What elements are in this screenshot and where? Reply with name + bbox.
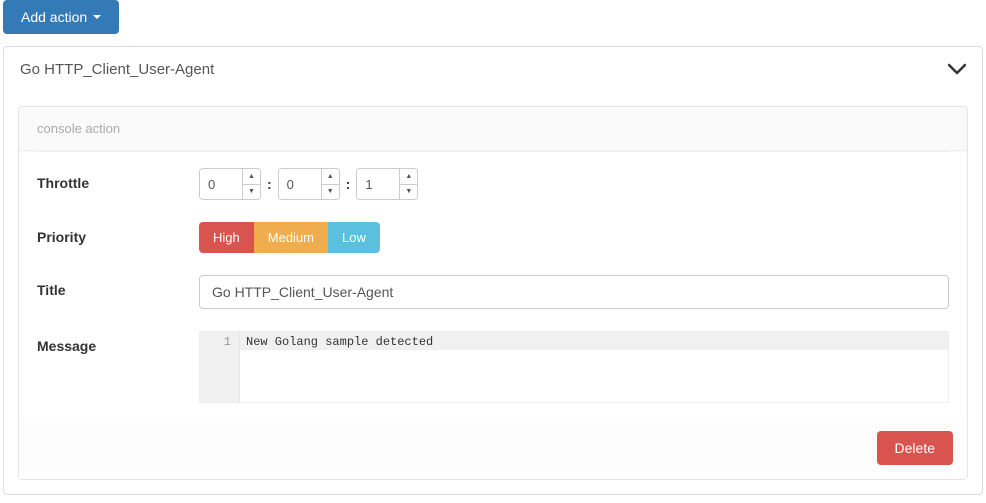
throttle-sep-2: :	[346, 176, 351, 192]
title-label: Title	[37, 275, 199, 298]
console-action-card: console action Throttle ▲ ▼	[18, 106, 968, 480]
title-row: Title	[37, 275, 949, 309]
throttle-row: Throttle ▲ ▼ :	[37, 168, 949, 200]
throttle-hours-up[interactable]: ▲	[243, 169, 260, 185]
throttle-label: Throttle	[37, 168, 199, 191]
message-label: Message	[37, 331, 199, 354]
throttle-hours-down[interactable]: ▼	[243, 185, 260, 200]
priority-high-button[interactable]: High	[199, 222, 254, 253]
add-action-button[interactable]: Add action	[3, 0, 119, 34]
message-row: Message 1 New Golang sample detected	[37, 331, 949, 403]
throttle-seconds-down[interactable]: ▼	[400, 185, 417, 200]
panel-body: console action Throttle ▲ ▼	[4, 92, 982, 494]
throttle-seconds-up[interactable]: ▲	[400, 169, 417, 185]
priority-label: Priority	[37, 222, 199, 245]
editor-right-gutter	[796, 332, 948, 402]
panel-header[interactable]: Go HTTP_Client_User-Agent	[4, 47, 982, 92]
message-editor[interactable]: 1 New Golang sample detected	[199, 331, 949, 403]
throttle-seconds-input[interactable]	[357, 169, 399, 199]
action-footer: Delete	[19, 419, 967, 479]
delete-button[interactable]: Delete	[877, 431, 953, 465]
priority-medium-button[interactable]: Medium	[254, 222, 328, 253]
priority-low-button[interactable]: Low	[328, 222, 380, 253]
throttle-minutes-up[interactable]: ▲	[322, 169, 339, 185]
throttle-hours-stepper[interactable]: ▲ ▼	[199, 168, 261, 200]
caret-down-icon	[93, 15, 101, 19]
priority-button-group: High Medium Low	[199, 222, 380, 253]
editor-content[interactable]: New Golang sample detected	[240, 332, 948, 402]
add-action-label: Add action	[21, 9, 87, 25]
throttle-sep-1: :	[267, 176, 272, 192]
action-panel: Go HTTP_Client_User-Agent console action…	[3, 46, 983, 495]
line-number: 1	[200, 335, 231, 349]
panel-title: Go HTTP_Client_User-Agent	[20, 61, 214, 78]
editor-gutter: 1	[200, 332, 240, 402]
title-input[interactable]	[199, 275, 949, 309]
throttle-minutes-input[interactable]	[279, 169, 321, 199]
throttle-minutes-stepper[interactable]: ▲ ▼	[278, 168, 340, 200]
throttle-minutes-down[interactable]: ▼	[322, 185, 339, 200]
message-line-1: New Golang sample detected	[240, 332, 796, 350]
chevron-down-icon	[948, 59, 966, 80]
console-action-header: console action	[19, 107, 967, 151]
throttle-controls: ▲ ▼ : ▲ ▼	[199, 168, 418, 200]
throttle-seconds-stepper[interactable]: ▲ ▼	[356, 168, 418, 200]
throttle-hours-input[interactable]	[200, 169, 242, 199]
priority-row: Priority High Medium Low	[37, 222, 949, 253]
